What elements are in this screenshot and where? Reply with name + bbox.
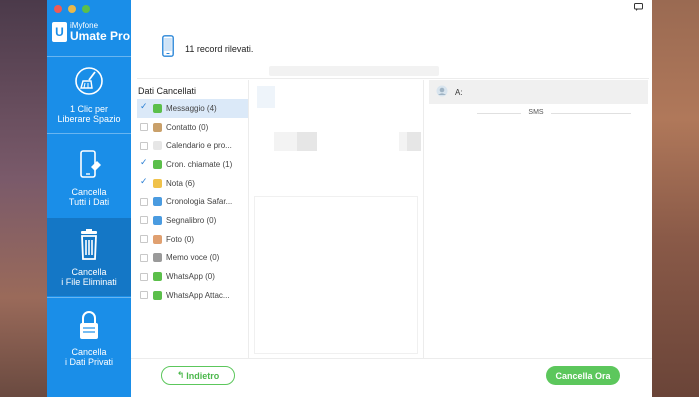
category-label: WhatsApp (0) (166, 272, 215, 282)
sidebar-item-label: Cancella (71, 267, 107, 277)
category-label: Segnalibro (0) (166, 215, 217, 225)
delete-now-button[interactable]: Cancella Ora (546, 366, 620, 385)
category-row[interactable]: Memo voce (0) (137, 249, 248, 268)
category-row[interactable]: Messaggio (4) (137, 99, 248, 118)
recipient-bar: A: (429, 80, 648, 104)
close-window-button[interactable] (54, 5, 62, 13)
category-row[interactable]: WhatsApp Attac... (137, 286, 248, 305)
sms-divider (477, 113, 631, 114)
contact-icon (153, 122, 162, 132)
call-log-icon (153, 159, 162, 169)
message-icon (153, 103, 162, 113)
main-panel: 11 record rilevati. Dati Cancellati Mess… (131, 0, 652, 397)
category-checkbox[interactable] (140, 235, 148, 244)
lock-icon (80, 311, 98, 339)
category-list-title: Dati Cancellati (138, 86, 197, 96)
desktop-background-left (0, 0, 47, 397)
blurred-record (297, 132, 317, 151)
category-label: WhatsApp Attac... (166, 290, 230, 300)
category-label: Contatto (0) (166, 122, 209, 132)
message-detail: A: SMS (429, 80, 648, 358)
sidebar-item-label: Cancella (71, 347, 107, 357)
sidebar-item-private-data[interactable]: Cancella i Dati Privati (47, 298, 131, 376)
sidebar-item-label: i Dati Privati (64, 357, 113, 367)
app-logo-icon: U (52, 22, 67, 42)
category-label: Calendario e pro... (166, 141, 232, 151)
sidebar-item-label: 1 Clic per (69, 104, 108, 114)
category-checkbox[interactable] (140, 176, 148, 187)
minimize-window-button[interactable] (68, 5, 76, 13)
zoom-window-button[interactable] (82, 5, 90, 13)
category-row[interactable]: Cronologia Safar... (137, 192, 248, 211)
category-checkbox[interactable] (140, 291, 148, 300)
feedback-icon[interactable] (634, 3, 643, 11)
sidebar-item-label: Liberare Spazio (57, 114, 121, 124)
bookmark-icon (153, 215, 162, 225)
broom-icon (75, 67, 103, 95)
category-row[interactable]: Cron. chiamate (1) (137, 155, 248, 174)
back-button-label: Indietro (186, 370, 220, 381)
sidebar-item-free-space[interactable]: 1 Clic per Liberare Spazio (47, 57, 131, 133)
category-row[interactable]: Segnalibro (0) (137, 211, 248, 230)
sidebar-item-deleted-files[interactable]: Cancella i File Eliminati (47, 218, 131, 296)
category-label: Messaggio (4) (166, 103, 217, 113)
phone-eraser-icon (80, 150, 101, 178)
category-checkbox[interactable] (140, 141, 148, 150)
category-list: Dati Cancellati Messaggio (4) Contatto (0… (137, 80, 248, 358)
panel-divider (423, 80, 424, 358)
category-label: Nota (6) (166, 178, 195, 188)
back-arrow-icon: ↰ (176, 370, 185, 380)
category-label: Cronologia Safar... (166, 197, 233, 207)
category-label: Cron. chiamate (1) (166, 159, 233, 169)
delete-now-label: Cancella Ora (555, 370, 611, 381)
category-checkbox[interactable] (140, 197, 148, 206)
sidebar-item-label: Tutti i Dati (68, 197, 110, 207)
sms-label: SMS (521, 109, 551, 116)
category-row[interactable]: WhatsApp (0) (137, 267, 248, 286)
recipient-label: A: (455, 87, 463, 97)
app-window: U iMyfone Umate Pro 1 Clic per Liberare … (47, 0, 652, 397)
category-row[interactable]: Nota (6) (137, 174, 248, 193)
trash-icon (81, 229, 97, 260)
desktop-background-right (652, 0, 699, 397)
category-row[interactable]: Contatto (0) (137, 118, 248, 137)
category-row[interactable]: Foto (0) (137, 230, 248, 249)
calendar-icon (153, 141, 162, 151)
sidebar-item-erase-all[interactable]: Cancella Tutti i Dati (47, 134, 131, 216)
category-checkbox[interactable] (140, 123, 148, 132)
note-icon (153, 178, 162, 188)
safari-icon (153, 197, 162, 207)
back-button[interactable]: ↰ Indietro (161, 366, 235, 385)
window-controls (54, 5, 90, 13)
header-divider (137, 78, 649, 79)
app-brand: U iMyfone Umate Pro (52, 20, 130, 44)
brand-product: Umate Pro (70, 29, 131, 43)
category-checkbox[interactable] (140, 101, 148, 112)
message-preview-box (254, 196, 418, 354)
photo-icon (153, 234, 162, 244)
sidebar-item-label: i File Eliminati (61, 277, 117, 287)
blurred-record (407, 132, 421, 151)
contact-avatar-icon (436, 85, 448, 97)
category-checkbox[interactable] (140, 157, 148, 168)
category-label: Memo voce (0) (166, 253, 220, 263)
sidebar: U iMyfone Umate Pro 1 Clic per Liberare … (47, 0, 131, 397)
sidebar-item-label: Cancella (71, 187, 107, 197)
voice-memo-icon (153, 253, 162, 263)
whatsapp-attachment-icon (153, 290, 162, 300)
record-count-text: 11 record rilevati. (185, 44, 254, 54)
blurred-record (269, 66, 439, 76)
phone-icon (162, 35, 174, 57)
category-row[interactable]: Calendario e pro... (137, 136, 248, 155)
footer-divider (131, 358, 652, 359)
category-checkbox[interactable] (140, 253, 148, 262)
category-label: Foto (0) (166, 234, 195, 244)
category-checkbox[interactable] (140, 272, 148, 281)
blurred-record (257, 86, 275, 108)
whatsapp-icon (153, 272, 162, 282)
category-checkbox[interactable] (140, 216, 148, 225)
